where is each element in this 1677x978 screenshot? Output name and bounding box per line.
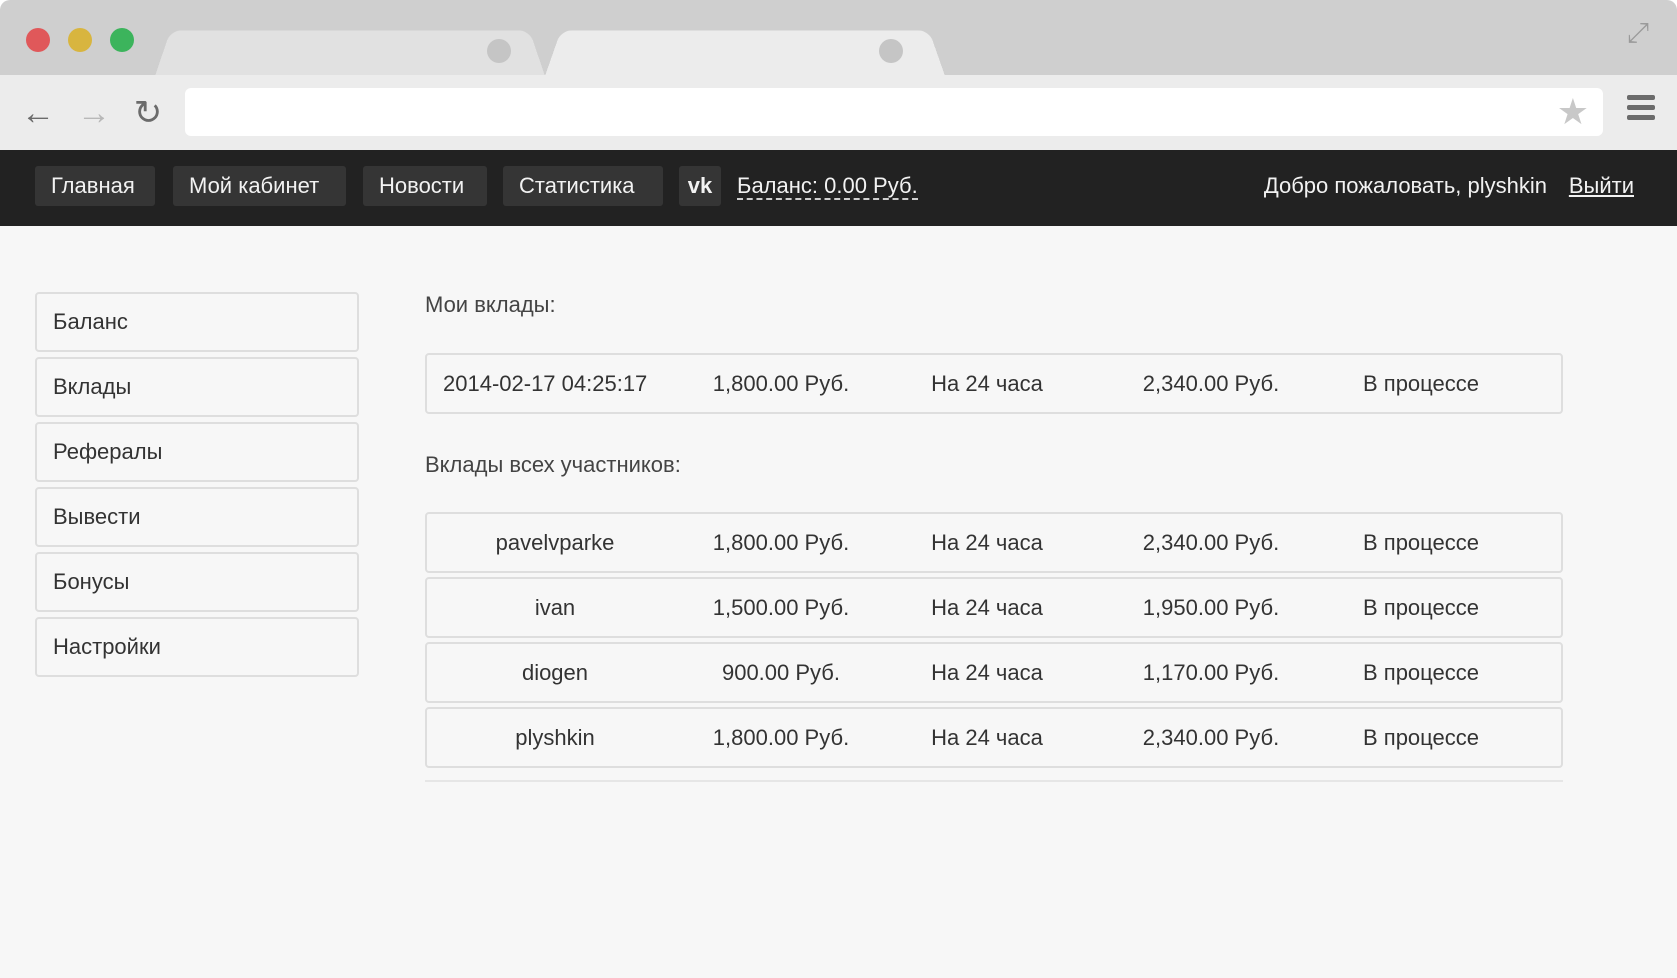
sidebar-item-referrals[interactable]: Рефералы (35, 422, 359, 482)
table-row: plyshkin 1,800.00 Руб. На 24 часа 2,340.… (425, 707, 1563, 768)
logout-link[interactable]: Выйти (1569, 166, 1634, 206)
browser-tab-1[interactable] (155, 26, 545, 76)
deposit-status: В процессе (1363, 660, 1479, 685)
browser-tab-2[interactable] (545, 26, 945, 76)
deposit-date: 2014-02-17 04:25:17 (443, 371, 648, 396)
deposit-amount: 1,800.00 Руб. (712, 725, 850, 750)
menu-icon[interactable] (1627, 95, 1655, 123)
deposit-user: plyshkin (515, 725, 595, 750)
my-deposits-title: Мои вклады: (425, 292, 556, 317)
sidebar-item-bonuses[interactable]: Бонусы (35, 552, 359, 612)
deposit-payout: 2,340.00 Руб. (1142, 530, 1280, 555)
table-row: ivan 1,500.00 Руб. На 24 часа 1,950.00 Р… (425, 577, 1563, 638)
tab-close-icon[interactable] (487, 39, 511, 63)
reload-icon[interactable]: ↻ (128, 93, 168, 133)
nav-cabinet-button[interactable]: Мой кабинет (173, 166, 346, 206)
deposit-status: В процессе (1363, 371, 1479, 396)
deposit-amount: 900.00 Руб. (721, 660, 841, 685)
table-row: pavelvparke 1,800.00 Руб. На 24 часа 2,3… (425, 512, 1563, 573)
maximize-window-button[interactable] (110, 28, 134, 52)
deposit-term: На 24 часа (931, 725, 1043, 750)
tab-close-icon[interactable] (879, 39, 903, 63)
nav-home-button[interactable]: Главная (35, 166, 155, 206)
deposit-term: На 24 часа (931, 660, 1043, 685)
deposit-user: pavelvparke (495, 530, 615, 555)
vk-icon[interactable]: vk (679, 166, 721, 206)
deposit-term: На 24 часа (931, 371, 1043, 396)
forward-arrow-icon[interactable]: → (74, 93, 114, 133)
welcome-text: Добро пожаловать, plyshkin (1263, 173, 1547, 198)
nav-stats-button[interactable]: Статистика (503, 166, 663, 206)
deposit-amount: 1,800.00 Руб. (712, 530, 850, 555)
sidebar-item-balance[interactable]: Баланс (35, 292, 359, 352)
close-window-button[interactable] (26, 28, 50, 52)
minimize-window-button[interactable] (68, 28, 92, 52)
deposit-user: diogen (521, 660, 589, 685)
back-arrow-icon[interactable]: ← (18, 93, 58, 133)
nav-news-button[interactable]: Новости (363, 166, 487, 206)
deposit-status: В процессе (1363, 725, 1479, 750)
deposit-amount: 1,500.00 Руб. (712, 595, 850, 620)
deposit-status: В процессе (1363, 595, 1479, 620)
deposit-term: На 24 часа (931, 530, 1043, 555)
star-icon[interactable]: ★ (1557, 93, 1589, 131)
all-deposits-title: Вклады всех участников: (425, 452, 681, 477)
deposit-payout: 1,170.00 Руб. (1142, 660, 1280, 685)
sidebar-item-deposits[interactable]: Вклады (35, 357, 359, 417)
table-row: diogen 900.00 Руб. На 24 часа 1,170.00 Р… (425, 642, 1563, 703)
site-header: Главная Мой кабинет Новости Статистика v… (0, 150, 1677, 226)
deposit-amount: 1,800.00 Руб. (712, 371, 850, 396)
deposit-payout: 1,950.00 Руб. (1142, 595, 1280, 620)
my-deposit-row: 2014-02-17 04:25:17 1,800.00 Руб. На 24 … (425, 353, 1563, 414)
balance-link[interactable]: Баланс: 0.00 Руб. (737, 166, 918, 200)
table-bottom-divider (425, 780, 1563, 782)
deposit-payout: 2,340.00 Руб. (1142, 371, 1280, 396)
deposit-payout: 2,340.00 Руб. (1142, 725, 1280, 750)
browser-window: ⤢ ← → ↻ ★ Главная Мой кабинет Новости Ст… (0, 0, 1677, 978)
deposit-user: ivan (534, 595, 576, 620)
sidebar-item-settings[interactable]: Настройки (35, 617, 359, 677)
deposit-status: В процессе (1363, 530, 1479, 555)
deposit-term: На 24 часа (931, 595, 1043, 620)
title-bar: ⤢ (0, 0, 1677, 76)
address-bar[interactable]: ★ (185, 88, 1603, 136)
expand-icon[interactable]: ⤢ (1623, 18, 1653, 48)
page-content: Баланс Вклады Рефералы Вывести Бонусы На… (0, 226, 1677, 978)
sidebar-item-withdraw[interactable]: Вывести (35, 487, 359, 547)
browser-toolbar: ← → ↻ ★ (0, 75, 1677, 150)
